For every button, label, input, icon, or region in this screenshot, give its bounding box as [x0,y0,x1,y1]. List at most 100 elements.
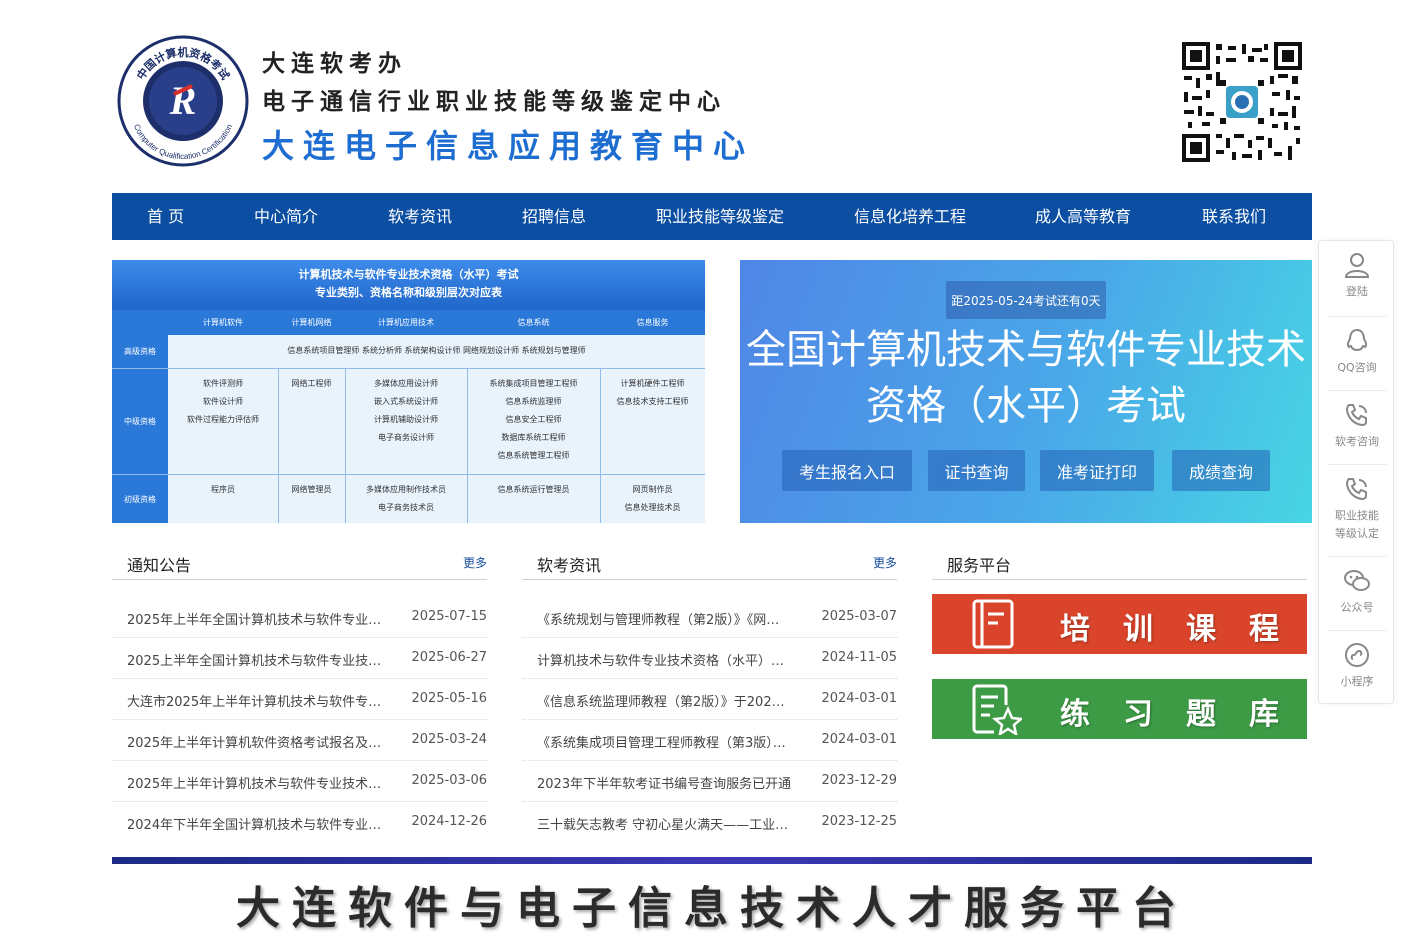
nav-item-info-training[interactable]: 信息化培养工程 [854,193,966,240]
table-col-header: 计算机应用技术 [378,318,434,327]
notice-item-date: 2024-12-26 [411,814,487,829]
table-banner-header: 计算机技术与软件专业技术资格（水平）考试 专业类别、资格名称和级别层次对应表 [112,260,705,310]
training-course-card[interactable]: 培训课程 [932,594,1307,654]
news-list-item[interactable]: 三十载矢志教考 守初心星火满天——工业和信息化部 2023-12-25 [522,802,897,843]
mini-program-icon [1345,643,1369,667]
news-item-date: 2024-03-01 [821,691,897,706]
exam-countdown: 距2025-05-24考试还有0天 [946,281,1106,319]
nav-item-home[interactable]: 首 页 [147,193,184,240]
float-skill-certification[interactable]: 职业技能等级认定 [1327,465,1387,557]
notice-item-date: 2025-06-27 [411,650,487,665]
news-more-link[interactable]: 更多 [873,554,897,571]
notice-item-title[interactable]: 2025年上半年全国计算机技术与软件专业技术资格（水平）考试 [127,609,382,628]
table-col-header: 信息系统 [517,318,550,327]
news-list-item[interactable]: 《系统集成项目管理工程师教程（第3版）》出版 2024-03-01 [522,720,897,761]
certificate-query-button[interactable]: 证书查询 [928,450,1025,491]
notice-item-title[interactable]: 2024年下半年全国计算机技术与软件专业技术资格（水平）考试 [127,814,382,833]
wechat-icon [1344,570,1370,591]
exam-banner-title-1: 全国计算机技术与软件专业技术 [746,327,1306,373]
book-icon [972,599,1014,649]
news-item-title[interactable]: 计算机技术与软件专业技术资格（水平）考试 [537,650,792,669]
notice-list-item[interactable]: 2025年上半年全国计算机技术与软件专业技术资格（水平）考试 2025-07-15 [112,597,487,638]
float-skill-certification-label: 职业技能等级认定 [1335,509,1379,540]
float-login[interactable]: 登陆 [1327,241,1387,317]
news-list-item[interactable]: 《系统规划与管理师教程（第2版）》《网络工程师教程》 2025-03-07 [522,597,897,638]
notice-item-date: 2025-03-24 [411,732,487,747]
table-cell: 网页制作员 信息处理技术员 [624,485,681,512]
table-col-header: 计算机软件 [203,318,243,327]
service-header: 服务平台 [932,544,1307,580]
header-title-3: 大连电子信息应用教育中心 [262,127,755,165]
notice-list-item[interactable]: 2025上半年全国计算机技术与软件专业技术资格（水平）考试 2025-06-27 [112,638,487,679]
notice-item-date: 2025-05-16 [411,691,487,706]
qualification-table-banner[interactable]: 计算机技术与软件专业技术资格（水平）考试 专业类别、资格名称和级别层次对应表 计… [112,260,705,523]
nav-item-recruit[interactable]: 招聘信息 [522,193,586,240]
float-qq-label: QQ咨询 [1337,361,1377,374]
table-cell: 程序员 [211,485,235,494]
float-exam-consult-label: 软考咨询 [1335,435,1379,448]
news-item-date: 2023-12-29 [821,773,897,788]
logo-seal: R 中国计算机资格考试 Computer Qualification Certi… [116,34,250,168]
news-item-date: 2024-11-05 [821,650,897,665]
notice-item-title[interactable]: 2025年上半年计算机技术与软件专业技术资格（水平）考试 [127,773,382,792]
table-col-header: 信息服务 [636,318,669,327]
news-list-item[interactable]: 计算机技术与软件专业技术资格（水平）考试 2024-11-05 [522,638,897,679]
float-exam-consult[interactable]: 软考咨询 [1327,391,1387,465]
table-cell: 信息系统项目管理师 系统分析师 系统架构设计师 网络规划设计师 系统规划与管理师 [287,346,586,355]
notice-list-item[interactable]: 2024年下半年全国计算机技术与软件专业技术资格（水平）考试 2024-12-26 [112,802,487,843]
float-sidebar: 登陆 QQ咨询 软考咨询 职业技能等级认定 公众号 小程序 [1318,240,1394,704]
float-mini-program[interactable]: 小程序 [1327,631,1387,705]
phone-icon [1345,404,1367,427]
exam-banner-title-2: 资格（水平）考试 [866,383,1186,429]
float-qq[interactable]: QQ咨询 [1327,317,1387,391]
news-header: 软考资讯 更多 [522,544,897,580]
nav-item-skill-appraisal[interactable]: 职业技能等级鉴定 [656,193,784,240]
user-icon [1344,253,1370,278]
news-item-title[interactable]: 2023年下半年软考证书编号查询服务已开通 [537,773,792,792]
news-item-title[interactable]: 《系统规划与管理师教程（第2版）》《网络工程师教程》 [537,609,792,628]
table-cell: 软件评测师 软件设计师 软件过程能力评估师 [187,379,259,424]
notice-list-item[interactable]: 2025年上半年计算机技术与软件专业技术资格（水平）考试 2025-03-06 [112,761,487,802]
notice-more-link[interactable]: 更多 [463,554,487,571]
news-item-title[interactable]: 三十载矢志教考 守初心星火满天——工业和信息化部 [537,814,792,833]
nav-item-news[interactable]: 软考资讯 [388,193,452,240]
table-cell: 网络管理员 [291,485,332,494]
news-title: 软考资讯 [537,556,602,575]
nav-item-about[interactable]: 中心简介 [254,193,318,240]
main-nav: 首 页 中心简介 软考资讯 招聘信息 职业技能等级鉴定 信息化培养工程 成人高等… [112,193,1312,240]
float-wechat-account[interactable]: 公众号 [1327,557,1387,631]
question-bank-label: 练习题库 [1060,697,1312,732]
score-query-button[interactable]: 成绩查询 [1172,450,1270,491]
notice-item-title[interactable]: 2025年上半年计算机软件资格考试报名及相关事项 [127,732,382,751]
admission-ticket-button[interactable]: 准考证打印 [1040,450,1154,491]
float-wechat-account-label: 公众号 [1340,601,1374,614]
qr-code-icon [1182,42,1302,162]
notice-item-title[interactable]: 大连市2025年上半年计算机技术与软件专业技术资格（水平）考试 [127,691,382,710]
notice-title: 通知公告 [127,556,192,575]
table-row-header: 高级资格 [112,335,168,368]
nav-item-contact[interactable]: 联系我们 [1202,193,1266,240]
news-item-date: 2023-12-25 [821,814,897,829]
table-cell: 信息系统运行管理员 [497,485,570,494]
news-item-title[interactable]: 《系统集成项目管理工程师教程（第3版）》出版 [537,732,792,751]
footer-divider [112,857,1312,864]
table-cell: 网络工程师 [291,379,332,388]
news-list-item[interactable]: 《信息系统监理师教程（第2版）》于2024年出版 2024-03-01 [522,679,897,720]
news-list-item[interactable]: 2023年下半年软考证书编号查询服务已开通 2023-12-29 [522,761,897,802]
registration-button[interactable]: 考生报名入口 [782,450,912,491]
nav-item-adult-education[interactable]: 成人高等教育 [1035,193,1131,240]
question-bank-card[interactable]: 练习题库 [932,679,1307,739]
table-col-header: 计算机网络 [291,318,332,327]
notice-item-title[interactable]: 2025上半年全国计算机技术与软件专业技术资格（水平）考试 [127,650,382,669]
qq-icon [1346,328,1368,352]
footer-platform-title[interactable]: 大连软件与电子信息技术人才服务平台 [112,872,1312,936]
training-course-label: 培训课程 [1060,612,1312,647]
exam-banner: 距2025-05-24考试还有0天 全国计算机技术与软件专业技术 资格（水平）考… [740,260,1312,523]
notice-list-item[interactable]: 大连市2025年上半年计算机技术与软件专业技术资格（水平）考试 2025-05-1… [112,679,487,720]
table-grid-line [168,368,705,369]
news-item-title[interactable]: 《信息系统监理师教程（第2版）》于2024年出版 [537,691,792,710]
exercise-star-icon [972,684,1022,735]
notice-list-item[interactable]: 2025年上半年计算机软件资格考试报名及相关事项 2025-03-24 [112,720,487,761]
phone-icon [1345,478,1367,501]
table-row-header: 中级资格 [112,368,168,474]
